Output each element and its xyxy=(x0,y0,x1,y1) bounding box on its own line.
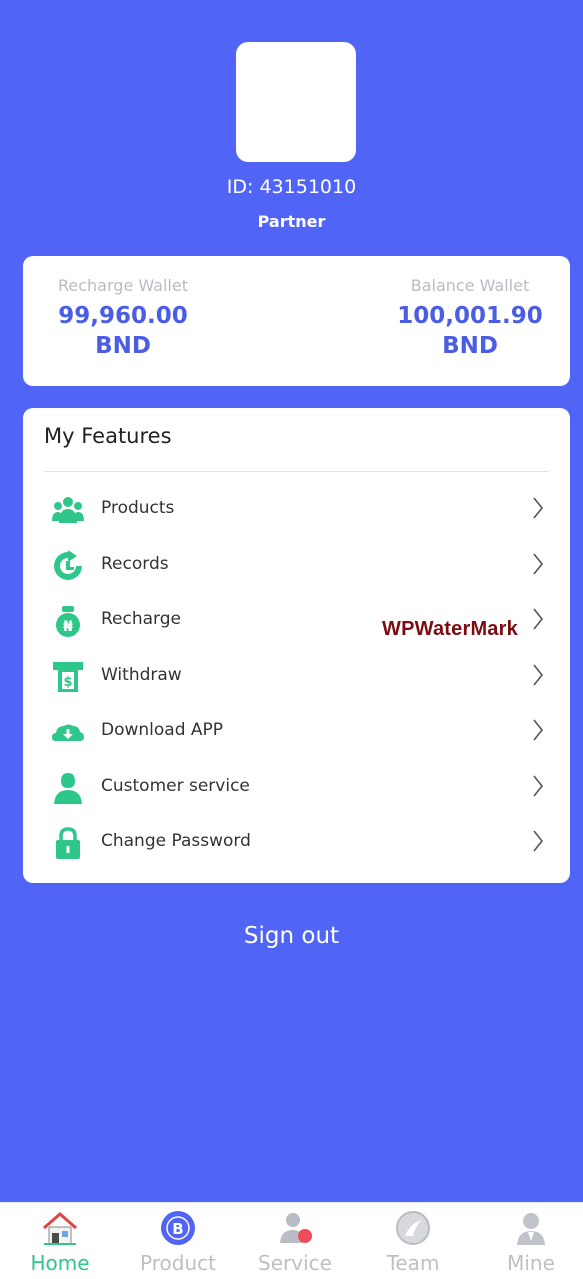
tab-mine[interactable]: Mine xyxy=(473,1203,583,1279)
tab-label: Service xyxy=(258,1251,332,1275)
feature-label: Records xyxy=(101,554,169,574)
chevron-right-icon xyxy=(533,553,544,575)
user-role: Partner xyxy=(257,212,326,231)
user-id: ID: 43151010 xyxy=(226,176,357,198)
records-icon xyxy=(54,550,82,580)
feature-label: Download APP xyxy=(101,720,224,740)
svg-text:$: $ xyxy=(63,675,72,690)
profile-icon xyxy=(517,1213,545,1245)
svg-text:₦: ₦ xyxy=(63,619,73,635)
tab-team[interactable]: Team xyxy=(355,1203,471,1279)
home-icon xyxy=(43,1212,77,1245)
team-icon xyxy=(396,1211,430,1245)
feature-item-change-password[interactable]: Change Password xyxy=(23,817,570,869)
feature-label: Change Password xyxy=(101,831,251,851)
watermark: WPWaterMark xyxy=(382,618,518,640)
atm-icon: $ xyxy=(53,662,83,692)
recharge-wallet: Recharge Wallet 99,960.00 BND xyxy=(23,276,223,359)
feature-item-customer-service[interactable]: Customer service xyxy=(23,762,570,814)
feature-label: Customer service xyxy=(101,776,250,796)
user-icon xyxy=(54,773,82,804)
tab-label: Home xyxy=(30,1251,90,1275)
tab-product[interactable]: B Product xyxy=(120,1203,236,1279)
balance-wallet: Balance Wallet 100,001.90 BND xyxy=(370,276,570,359)
cloud-download-icon xyxy=(52,724,84,741)
feature-item-withdraw[interactable]: $ Withdraw xyxy=(23,651,570,703)
tab-home[interactable]: Home xyxy=(2,1203,118,1279)
feature-label: Products xyxy=(101,498,175,518)
feature-item-products[interactable]: Products xyxy=(23,484,570,536)
chevron-right-icon xyxy=(533,664,544,686)
chevron-right-icon xyxy=(533,775,544,797)
wallet-card: Recharge Wallet 99,960.00 BND Balance Wa… xyxy=(23,256,570,386)
profile-header: ID: 43151010 Partner xyxy=(0,0,583,250)
tab-label: Mine xyxy=(507,1251,555,1275)
feature-label: Withdraw xyxy=(101,665,182,685)
team-icon xyxy=(52,497,84,523)
chevron-right-icon xyxy=(533,497,544,519)
tab-label: Product xyxy=(140,1251,216,1275)
lock-icon xyxy=(56,827,80,859)
balance-wallet-amount: 100,001.90 xyxy=(397,303,543,329)
chevron-right-icon xyxy=(533,608,544,630)
feature-label: Recharge xyxy=(101,609,181,629)
avatar[interactable] xyxy=(236,42,356,162)
balance-wallet-currency: BND xyxy=(442,333,498,359)
tab-service[interactable]: Service xyxy=(237,1203,353,1279)
features-card: My Features Products Records ₦ Recharge … xyxy=(23,408,570,883)
sign-out-button[interactable]: Sign out xyxy=(0,923,583,949)
chevron-right-icon xyxy=(533,719,544,741)
recharge-wallet-currency: BND xyxy=(95,333,151,359)
tab-label: Team xyxy=(386,1251,440,1275)
money-bag-icon: ₦ xyxy=(56,606,80,637)
chevron-right-icon xyxy=(533,830,544,852)
features-title: My Features xyxy=(44,424,172,448)
service-icon xyxy=(280,1213,312,1243)
product-icon: B xyxy=(161,1211,195,1245)
recharge-wallet-amount: 99,960.00 xyxy=(58,303,188,329)
bottom-tab-bar: Home B Product Service Team Mine xyxy=(0,1202,583,1279)
feature-item-records[interactable]: Records xyxy=(23,540,570,592)
feature-item-download-app[interactable]: Download APP xyxy=(23,706,570,758)
recharge-wallet-label: Recharge Wallet xyxy=(58,276,188,295)
divider xyxy=(44,471,549,472)
balance-wallet-label: Balance Wallet xyxy=(410,276,530,295)
svg-text:B: B xyxy=(172,1220,183,1238)
